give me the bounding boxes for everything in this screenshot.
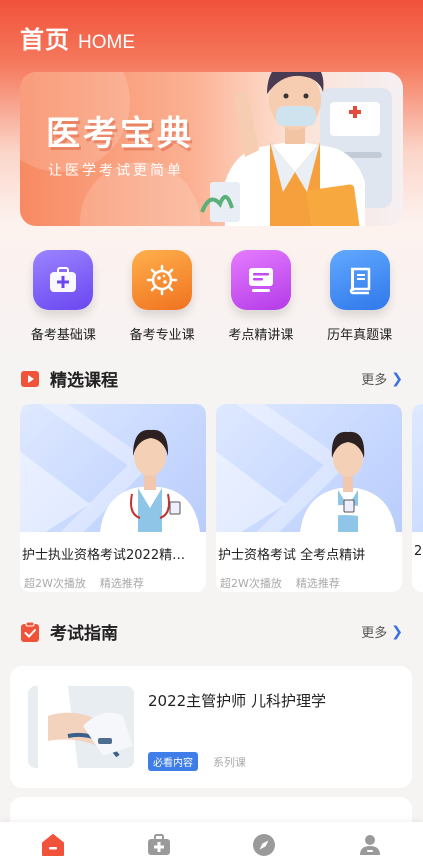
medical-kit-icon <box>147 834 170 855</box>
guide-thumbnail <box>28 686 134 768</box>
course-thumbnail <box>216 404 402 532</box>
tab-medical[interactable] <box>129 825 189 865</box>
guide-section-header: 考试指南 更多 ❯ <box>20 619 403 644</box>
featured-more-link[interactable]: 更多 ❯ <box>361 369 403 389</box>
category-basic-course[interactable]: 备考基础课 <box>18 250 108 343</box>
category-grid: 备考基础课 备考专业课 考点精讲课 历年真题课 <box>0 250 423 343</box>
chevron-right-icon: ❯ <box>391 623 403 640</box>
user-icon <box>360 835 381 855</box>
book-icon <box>329 250 390 310</box>
course-card[interactable]: 护士资格考试 全考点精讲 超2W次播放 精选推荐 <box>216 404 402 592</box>
featured-course-carousel[interactable]: 护士执业资格考试2022精… 超2W次播放 精选推荐 护士资格考试 全考点精讲 超… <box>20 404 423 594</box>
course-thumbnail <box>412 404 423 532</box>
tab-home[interactable] <box>23 825 83 865</box>
compass-icon <box>253 834 276 856</box>
page-title: 首页 <box>20 26 70 54</box>
category-label: 考点精讲课 <box>228 328 294 343</box>
play-icon <box>21 370 39 387</box>
course-title: 护士执业资格考试2022精… <box>22 548 186 563</box>
guide-section-title: 考试指南 <box>50 624 118 644</box>
bottom-tab-bar <box>0 822 423 868</box>
first-aid-kit-icon <box>33 250 94 310</box>
page-title-en: HOME <box>78 32 135 53</box>
category-label: 备考专业课 <box>129 328 195 343</box>
category-professional-course[interactable]: 备考专业课 <box>117 250 207 343</box>
category-keypoint-course[interactable]: 考点精讲课 <box>216 250 306 343</box>
course-thumbnail <box>20 404 206 532</box>
home-icon <box>41 834 64 856</box>
tab-profile[interactable] <box>340 825 400 865</box>
course-title: 护士资格考试 全考点精讲 <box>218 548 366 563</box>
course-title: 2 <box>414 544 423 559</box>
tab-discover[interactable] <box>234 825 294 865</box>
promo-banner[interactable]: 医考宝典 让医学考试更简单 <box>20 72 403 226</box>
course-card[interactable]: 2 <box>412 404 423 592</box>
doctor-illustration <box>200 72 392 226</box>
chevron-right-icon: ❯ <box>391 370 403 387</box>
page-header: 首页 HOME <box>20 20 135 55</box>
course-tag: 精选推荐 <box>295 577 340 590</box>
category-label: 历年真题课 <box>327 328 393 343</box>
category-label: 备考基础课 <box>30 328 96 343</box>
featured-section-title: 精选课程 <box>50 371 118 391</box>
guide-more-link[interactable]: 更多 ❯ <box>361 622 403 642</box>
banner-subtitle: 让医学考试更简单 <box>48 163 184 179</box>
category-past-exam-course[interactable]: 历年真题课 <box>315 250 405 343</box>
guide-type-label: 系列课 <box>213 756 246 769</box>
document-icon <box>230 250 291 310</box>
clipboard-check-icon <box>21 621 39 642</box>
more-label: 更多 <box>361 626 388 641</box>
course-card[interactable]: 护士执业资格考试2022精… 超2W次播放 精选推荐 <box>20 404 206 592</box>
featured-section-header: 精选课程 更多 ❯ <box>20 366 403 391</box>
guide-card[interactable]: 2022主管护师 儿科护理学 必看内容 系列课 <box>10 666 412 788</box>
more-label: 更多 <box>361 373 388 388</box>
guide-item-title: 2022主管护师 儿科护理学 <box>148 692 326 710</box>
course-play-count: 超2W次播放 <box>24 577 86 590</box>
virus-icon <box>132 250 193 310</box>
course-tag: 精选推荐 <box>99 577 144 590</box>
guide-must-see-badge: 必看内容 <box>148 752 198 771</box>
banner-title: 医考宝典 <box>46 114 194 154</box>
course-play-count: 超2W次播放 <box>220 577 282 590</box>
